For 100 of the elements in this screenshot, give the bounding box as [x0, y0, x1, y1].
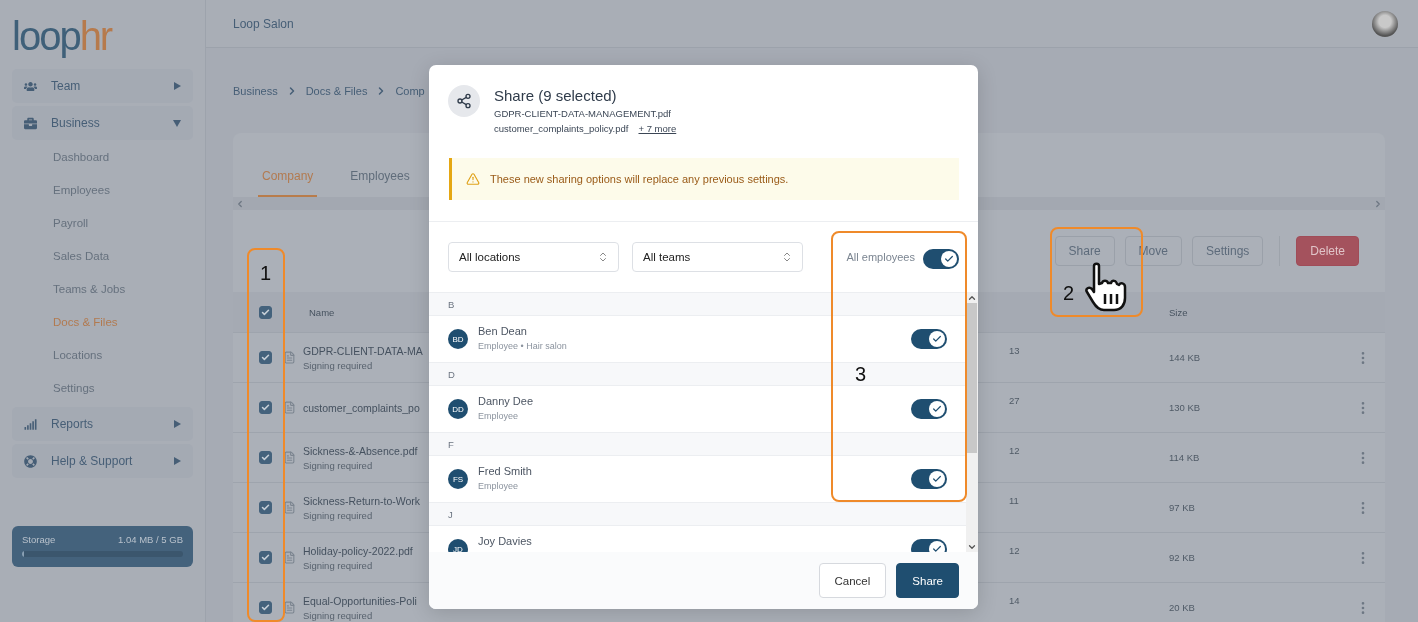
nav-item[interactable]: Help & Support	[12, 444, 193, 478]
toolbar-button[interactable]: Settings	[1191, 236, 1264, 266]
caret-right-icon	[174, 82, 181, 90]
check-icon	[932, 404, 942, 414]
check-icon	[932, 474, 942, 484]
dialog-title: Share (9 selected)	[494, 87, 618, 104]
up-down-chevron-icon	[781, 251, 793, 263]
warning-icon	[466, 172, 480, 186]
caret-right-icon	[174, 420, 181, 428]
file-size: 114 KB	[1169, 452, 1201, 463]
check-icon	[932, 334, 942, 344]
step-number: 1	[260, 262, 272, 285]
avatar[interactable]	[1372, 10, 1398, 37]
file-size: 20 KB	[1169, 602, 1196, 613]
file-name[interactable]: Sickness-Return-to-Work	[303, 494, 421, 507]
file-name[interactable]: GDPR-CLIENT-DATA-MA	[303, 344, 423, 357]
nav-subitem[interactable]: Settings	[12, 371, 193, 404]
file-size: 92 KB	[1169, 552, 1196, 563]
caret-right-icon	[174, 457, 181, 465]
storage-reading: 1.04 MB / 5 GB	[118, 534, 183, 545]
nav-subitem[interactable]: Locations	[12, 338, 193, 371]
file-status: Signing required	[303, 609, 373, 621]
share-toggle[interactable]	[911, 329, 947, 349]
employee-role: Employee	[478, 411, 520, 421]
file-size: 97 KB	[1169, 502, 1196, 513]
up-down-chevron-icon	[597, 251, 609, 263]
nav-item[interactable]: Reports	[12, 407, 193, 441]
file-size: 130 KB	[1169, 402, 1202, 413]
breadcrumb-link[interactable]: Business	[233, 84, 278, 97]
checkbox[interactable]	[259, 351, 272, 364]
delete-button[interactable]: Delete	[1296, 236, 1359, 266]
initials-avatar: FS	[448, 469, 468, 489]
file-name: GDPR-CLIENT-DATA-MANAGEMENT.pdf	[494, 108, 672, 119]
table-cell-text: 14	[1009, 595, 1021, 606]
employee-name: Joy Davies	[478, 535, 533, 547]
table-cell-text: 27	[1009, 395, 1021, 406]
cancel-button[interactable]: Cancel	[818, 563, 887, 598]
checkbox[interactable]	[259, 551, 272, 564]
logo: loophr	[12, 12, 113, 60]
caret-down-icon	[173, 119, 181, 127]
warning-text: These new sharing options will replace any previous settings.	[490, 173, 789, 185]
employee-role: Employee	[478, 481, 520, 491]
nav-subitem[interactable]: Payroll	[12, 206, 193, 239]
nav-subitem[interactable]: Employees	[12, 173, 193, 206]
initials-avatar: JD	[448, 539, 468, 552]
file-name[interactable]: Equal-Opportunities-Poli	[303, 594, 417, 607]
group-letter: B	[429, 293, 966, 316]
breadcrumb-link[interactable]: Comp	[395, 84, 425, 97]
nav-item[interactable]: Team	[12, 69, 193, 103]
team-icon	[24, 79, 37, 93]
step-number: 3	[855, 363, 867, 386]
breadcrumb-link[interactable]: Docs & Files	[305, 84, 368, 97]
file-name[interactable]: Sickness-&-Absence.pdf	[303, 444, 418, 457]
share-button[interactable]: Share	[896, 563, 959, 598]
employee-name: Danny Dee	[478, 395, 535, 407]
employee-name: Fred Smith	[478, 465, 533, 477]
company-name: Loop Salon	[233, 16, 294, 31]
nav-subitem[interactable]: Teams & Jobs	[12, 272, 193, 305]
file-icon	[283, 401, 296, 414]
file-name[interactable]: customer_complaints_po	[303, 401, 420, 414]
initials-avatar: DD	[448, 399, 468, 419]
checkbox[interactable]	[259, 401, 272, 414]
table-cell-text: 11	[1009, 495, 1020, 506]
all-employees-toggle[interactable]	[923, 249, 959, 269]
step-number: 2	[1063, 282, 1075, 305]
checkbox[interactable]	[259, 601, 272, 614]
checkbox[interactable]	[259, 305, 272, 319]
column-header: Name	[309, 306, 336, 318]
employee-role: Employee • Hair salon	[478, 341, 568, 351]
file-size: 144 KB	[1169, 352, 1202, 363]
check-icon	[944, 254, 954, 264]
initials-avatar: BD	[448, 329, 468, 349]
check-icon	[932, 544, 942, 552]
file-status: Signing required	[303, 509, 373, 521]
chevron-down-icon[interactable]	[967, 542, 977, 552]
file-icon	[283, 451, 296, 464]
nav-subitem[interactable]: Sales Data	[12, 239, 193, 272]
nav-item[interactable]: Business	[12, 106, 193, 140]
nav-subitem[interactable]: Dashboard	[12, 140, 193, 173]
toolbar-button[interactable]: Share	[1054, 236, 1115, 266]
file-icon	[283, 551, 296, 564]
filter-select[interactable]: All locations	[448, 242, 619, 272]
checkbox[interactable]	[259, 451, 272, 464]
group-letter: J	[429, 503, 966, 526]
employee-name: Ben Dean	[478, 325, 528, 337]
group-letter: F	[429, 433, 966, 456]
chevron-up-icon[interactable]	[967, 293, 977, 303]
lifebuoy-icon	[24, 454, 37, 468]
share-toggle[interactable]	[911, 399, 947, 419]
file-name[interactable]: Holiday-policy-2022.pdf	[303, 544, 413, 557]
checkbox[interactable]	[259, 501, 272, 514]
bar-chart-icon	[24, 417, 37, 431]
table-cell-text: 13	[1009, 345, 1021, 356]
file-icon	[283, 351, 296, 364]
more-link[interactable]: + 7 more	[638, 123, 677, 134]
nav-subitem[interactable]: Docs & Files	[12, 305, 193, 338]
file-icon	[283, 501, 296, 514]
share-toggle[interactable]	[911, 469, 947, 489]
filter-select[interactable]: All teams	[632, 242, 803, 272]
tab[interactable]: Employees	[346, 169, 414, 197]
